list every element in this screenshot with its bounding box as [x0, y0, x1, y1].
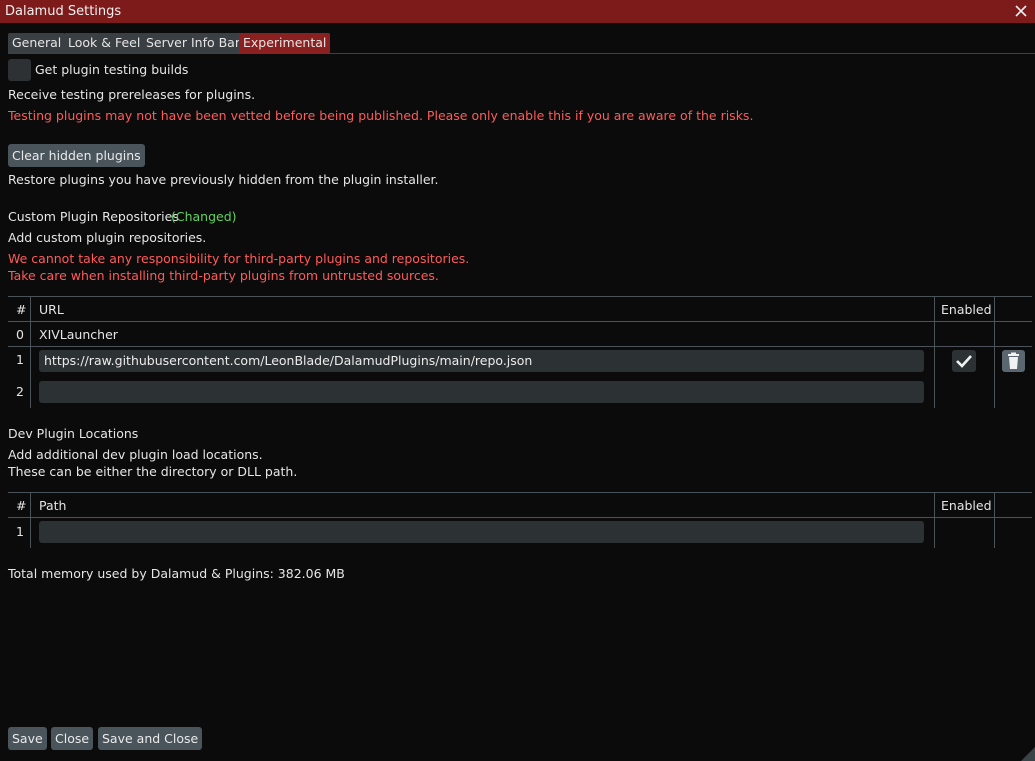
- repos-warning-2: Take care when installing third-party pl…: [8, 268, 439, 283]
- hidden-description: Restore plugins you have previously hidd…: [8, 172, 439, 187]
- dev-col-path: Path: [39, 498, 67, 513]
- testing-builds-checkbox[interactable]: [8, 59, 31, 81]
- testing-warning: Testing plugins may not have been vetted…: [8, 108, 754, 123]
- dev-row-1-path-input[interactable]: [39, 521, 924, 543]
- repo-row-2-url-input[interactable]: [39, 381, 924, 403]
- dev-description-2: These can be either the directory or DLL…: [8, 464, 298, 479]
- checkmark-icon: [956, 355, 972, 368]
- repo-col-num: #: [16, 302, 27, 317]
- repo-table-top-border: [8, 296, 1032, 297]
- dev-table-col-divider: [30, 492, 31, 548]
- repo-row-2-num: 2: [16, 384, 24, 399]
- repos-warning-1: We cannot take any responsibility for th…: [8, 251, 470, 266]
- repos-description: Add custom plugin repositories.: [8, 230, 207, 245]
- repo-row-0-num: 0: [16, 327, 24, 342]
- dev-heading: Dev Plugin Locations: [8, 426, 139, 441]
- repo-row-1-url-input[interactable]: https://raw.githubusercontent.com/LeonBl…: [39, 350, 924, 372]
- save-and-close-button[interactable]: Save and Close: [98, 727, 203, 750]
- testing-builds-label: Get plugin testing builds: [35, 62, 189, 77]
- repo-row-0-url: XIVLauncher: [39, 327, 118, 342]
- close-button[interactable]: Close: [51, 727, 94, 750]
- repo-col-enabled: Enabled: [941, 302, 992, 317]
- tab-experimental[interactable]: Experimental: [239, 33, 331, 53]
- dev-description-1: Add additional dev plugin load locations…: [8, 447, 263, 462]
- save-button[interactable]: Save: [8, 727, 47, 750]
- memory-usage-text: Total memory used by Dalamud & Plugins: …: [8, 566, 345, 581]
- repo-col-url: URL: [39, 302, 64, 317]
- close-icon[interactable]: [1013, 3, 1029, 19]
- repo-table-col-divider: [934, 296, 935, 408]
- repo-row-1-delete-button[interactable]: [1002, 350, 1025, 372]
- tab-general[interactable]: General: [8, 33, 66, 53]
- resize-grip-icon[interactable]: [1021, 747, 1035, 761]
- repo-table-header-border: [8, 321, 1032, 322]
- repo-row-1-enabled-checkbox[interactable]: [952, 350, 976, 372]
- tab-underline: [8, 53, 1035, 54]
- repos-changed-badge: (Changed): [171, 209, 237, 224]
- repo-table-row-border: [8, 346, 1032, 347]
- testing-description: Receive testing prereleases for plugins.: [8, 87, 256, 102]
- repo-table-col-divider: [994, 296, 995, 408]
- clear-hidden-plugins-button[interactable]: Clear hidden plugins: [8, 144, 145, 167]
- window-title: Dalamud Settings: [5, 4, 122, 19]
- tab-look-and-feel[interactable]: Look & Feel: [64, 33, 145, 53]
- dev-table-top-border: [8, 492, 1032, 493]
- dev-table-col-divider: [994, 492, 995, 548]
- tab-server-info-bar[interactable]: Server Info Bar: [142, 33, 244, 53]
- title-bar: Dalamud Settings: [0, 0, 1035, 23]
- dev-table-header-border: [8, 517, 1032, 518]
- repo-table-col-divider: [30, 296, 31, 408]
- repo-row-1-num: 1: [16, 352, 24, 367]
- dev-row-1-num: 1: [16, 524, 24, 539]
- trash-icon: [1008, 352, 1019, 369]
- repos-heading: Custom Plugin Repositories: [8, 209, 179, 224]
- dev-table-col-divider: [934, 492, 935, 548]
- dev-col-num: #: [16, 498, 27, 513]
- dev-col-enabled: Enabled: [941, 498, 992, 513]
